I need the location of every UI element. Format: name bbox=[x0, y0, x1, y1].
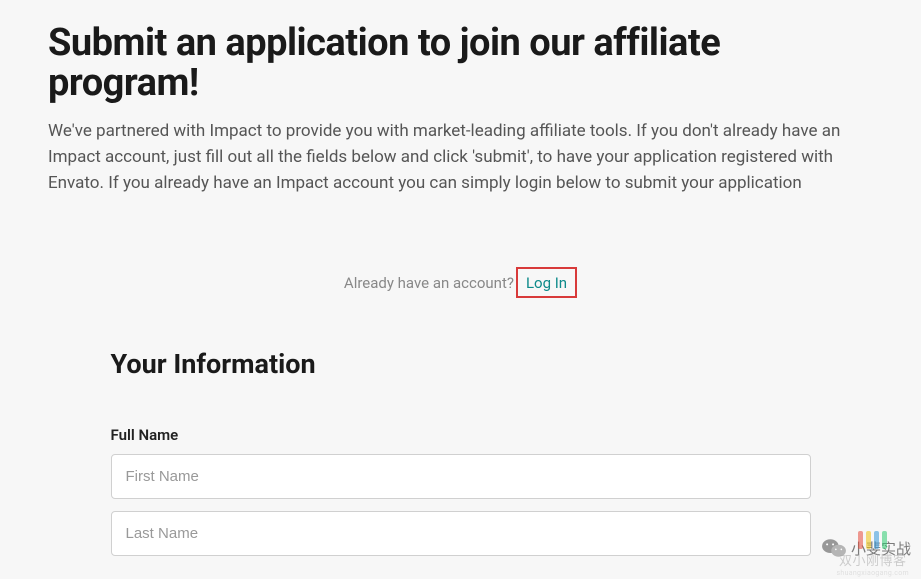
watermark-blog-name: 双小刚博客 bbox=[839, 550, 907, 569]
form-section: Your Information Full Name bbox=[111, 348, 811, 568]
last-name-input[interactable] bbox=[111, 511, 811, 556]
login-link-highlight: Log In bbox=[516, 267, 577, 298]
bar-icon bbox=[858, 531, 863, 549]
login-prompt-area: Already have an account? Log In bbox=[48, 267, 873, 298]
full-name-label: Full Name bbox=[111, 426, 811, 444]
watermark-blog: 双小刚博客 shuangxiaogang.com bbox=[837, 531, 909, 577]
watermark-blog-bars bbox=[858, 531, 887, 549]
page-title: Submit an application to join our affili… bbox=[48, 24, 873, 104]
first-name-input[interactable] bbox=[111, 454, 811, 499]
bar-icon bbox=[874, 531, 879, 549]
login-link[interactable]: Log In bbox=[526, 274, 567, 292]
bar-icon bbox=[866, 531, 871, 549]
watermark-blog-url: shuangxiaogang.com bbox=[837, 569, 909, 577]
bar-icon bbox=[882, 531, 887, 549]
page-description: We've partnered with Impact to provide y… bbox=[48, 118, 873, 197]
section-heading-your-information: Your Information bbox=[111, 348, 811, 380]
login-prompt-text: Already have an account? bbox=[344, 274, 514, 292]
